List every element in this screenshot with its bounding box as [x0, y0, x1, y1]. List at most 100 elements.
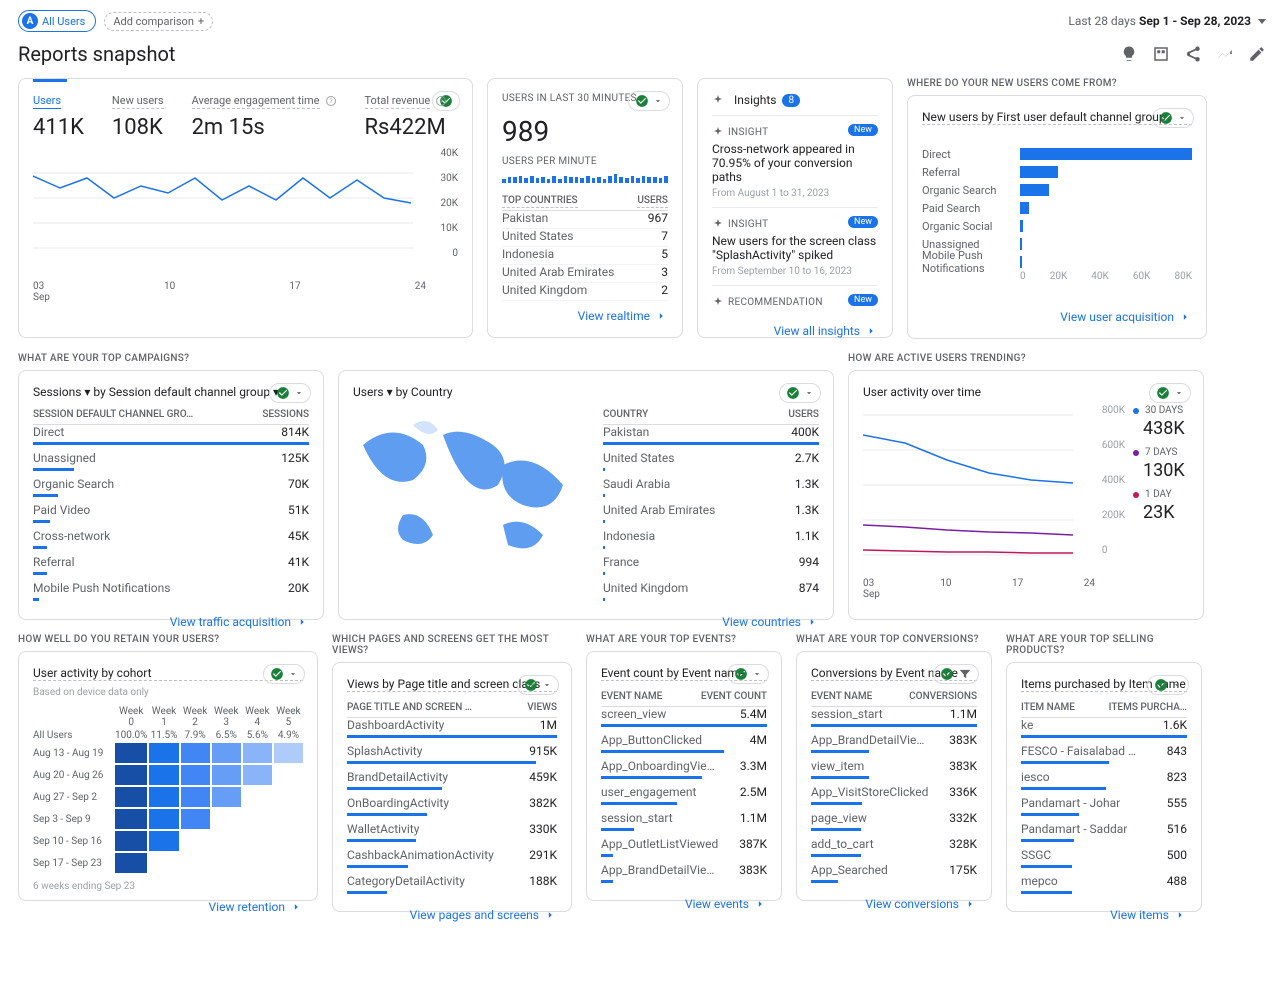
lightbulb-icon[interactable] [1120, 45, 1138, 63]
edit-icon[interactable] [1248, 45, 1266, 63]
table-row[interactable]: United States7 [502, 229, 668, 247]
view-retention-link[interactable]: View retention [209, 900, 303, 914]
date-range-picker[interactable]: Last 28 days Sep 1 - Sep 28, 2023 [1068, 14, 1266, 28]
table-row[interactable]: App_Searched175K [811, 863, 977, 883]
metric-revenue[interactable]: Total revenue ? Rs422M [365, 93, 448, 140]
table-row[interactable]: FESCO - Faisalabad …843 [1021, 744, 1187, 764]
table-row[interactable]: United Arab Emirates1.3K [603, 503, 819, 523]
table-row[interactable]: screen_view5.4M [601, 707, 767, 727]
table-row[interactable]: United Kingdom874 [603, 581, 819, 601]
arrow-right-icon [864, 324, 878, 338]
view-events-link[interactable]: View events [685, 897, 767, 911]
products-card: Items purchased by Item name ITEM NAMEIT… [1006, 662, 1202, 912]
table-row[interactable]: Indonesia5 [502, 247, 668, 265]
table-row[interactable]: WalletActivity330K [347, 822, 557, 842]
view-conversions-link[interactable]: View conversions [865, 897, 977, 911]
table-row[interactable]: App_BrandDetailVie…383K [601, 863, 767, 883]
card-status[interactable] [779, 383, 821, 403]
card-status[interactable] [1149, 383, 1191, 403]
share-icon[interactable] [1184, 45, 1202, 63]
hbar-row[interactable]: Referral [922, 163, 1192, 181]
view-traffic-link[interactable]: View traffic acquisition [170, 615, 309, 629]
card-status[interactable] [933, 664, 979, 684]
table-row[interactable]: view_item383K [811, 759, 977, 779]
table-row[interactable]: DashboardActivity1M [347, 718, 557, 738]
trend-icon[interactable] [1216, 45, 1234, 63]
insight-item[interactable]: INSIGHTNew Cross-network appeared in 70.… [712, 115, 878, 207]
hbar-row[interactable]: Mobile Push Notifications [922, 253, 1192, 271]
table-row[interactable]: Mobile Push Notifications20K [33, 581, 309, 601]
view-realtime-link[interactable]: View realtime [578, 309, 668, 323]
table-row[interactable]: iesco823 [1021, 770, 1187, 790]
segment-chip[interactable]: A All Users [18, 10, 96, 32]
table-row[interactable]: App_BrandDetailVie…383K [811, 733, 977, 753]
table-row[interactable]: Paid Video51K [33, 503, 309, 523]
table-row[interactable]: Organic Search70K [33, 477, 309, 497]
table-row[interactable]: App_OutletListViewed387K [601, 837, 767, 857]
country-card: Users ▾ by Country COUNTRYUSERS Pakistan… [338, 370, 834, 620]
table-row[interactable]: Direct814K [33, 425, 309, 445]
table-row[interactable]: ke1.6K [1021, 718, 1187, 738]
add-comparison-chip[interactable]: Add comparison + [104, 12, 213, 31]
table-row[interactable]: SSGC500 [1021, 848, 1187, 868]
table-row[interactable]: United Kingdom2 [502, 283, 668, 301]
hbar-row[interactable]: Direct [922, 145, 1192, 163]
view-countries-link[interactable]: View countries [722, 615, 819, 629]
card-status[interactable] [628, 91, 670, 111]
metric-users[interactable]: Users 411K [33, 93, 84, 140]
table-row[interactable]: user_engagement2.5M [601, 785, 767, 805]
table-row[interactable]: CashbackAnimationActivity291K [347, 848, 557, 868]
table-row[interactable]: App_ButtonClicked4M [601, 733, 767, 753]
card-status[interactable] [727, 664, 769, 684]
hbar-row[interactable]: Organic Social [922, 217, 1192, 235]
view-acquisition-link[interactable]: View user acquisition [1060, 310, 1192, 324]
table-row[interactable]: BrandDetailActivity459K [347, 770, 557, 790]
insight-item[interactable]: INSIGHTNew New users for the screen clas… [712, 207, 878, 285]
table-row[interactable]: United States2.7K [603, 451, 819, 471]
table-row[interactable]: CategoryDetailActivity188K [347, 874, 557, 894]
plus-icon: + [198, 15, 204, 28]
customize-icon[interactable] [1152, 45, 1170, 63]
filter-icon[interactable] [958, 667, 972, 681]
check-icon [1159, 111, 1173, 125]
table-row[interactable]: App_OnboardingVie…3.3M [601, 759, 767, 779]
table-row[interactable]: OnBoardingActivity382K [347, 796, 557, 816]
table-row[interactable]: Referral41K [33, 555, 309, 575]
check-icon [635, 94, 649, 108]
table-row[interactable]: Pakistan967 [502, 211, 668, 229]
card-status[interactable] [1147, 675, 1189, 695]
view-items-link[interactable]: View items [1110, 908, 1187, 922]
campaigns-selector[interactable]: Sessions ▾ by Session default channel gr… [33, 385, 309, 399]
table-row[interactable]: page_view332K [811, 811, 977, 831]
table-row[interactable]: Indonesia1.1K [603, 529, 819, 549]
table-row[interactable]: App_VisitStoreClicked336K [811, 785, 977, 805]
table-row[interactable]: session_start1.1M [811, 707, 977, 727]
table-row[interactable]: session_start1.1M [601, 811, 767, 831]
card-status[interactable] [269, 383, 311, 403]
table-row[interactable]: add_to_cart328K [811, 837, 977, 857]
users-sparkline [33, 148, 433, 278]
hbar-row[interactable]: Organic Search [922, 181, 1192, 199]
table-row[interactable]: Cross-network45K [33, 529, 309, 549]
view-pages-link[interactable]: View pages and screens [410, 908, 557, 922]
insight-item[interactable]: RECOMMENDATIONNew [712, 285, 878, 316]
table-row[interactable]: France994 [603, 555, 819, 575]
table-row[interactable]: Pakistan400K [603, 425, 819, 445]
table-row[interactable]: Pandamart - Saddar516 [1021, 822, 1187, 842]
help-icon[interactable]: ? [435, 95, 447, 107]
metric-new-users[interactable]: New users 108K [112, 93, 164, 140]
table-row[interactable]: Pandamart - Johar555 [1021, 796, 1187, 816]
country-selector[interactable]: Users ▾ by Country [353, 385, 819, 399]
card-status[interactable] [1152, 108, 1194, 128]
table-row[interactable]: SplashActivity915K [347, 744, 557, 764]
table-row[interactable]: Unassigned125K [33, 451, 309, 471]
card-status[interactable] [263, 664, 305, 684]
card-status[interactable] [517, 675, 559, 695]
hbar-row[interactable]: Paid Search [922, 199, 1192, 217]
table-row[interactable]: Saudi Arabia1.3K [603, 477, 819, 497]
view-insights-link[interactable]: View all insights [774, 324, 878, 338]
help-icon[interactable]: ? [325, 95, 337, 107]
metric-engagement[interactable]: Average engagement time ? 2m 15s [192, 93, 337, 140]
table-row[interactable]: United Arab Emirates3 [502, 265, 668, 283]
table-row[interactable]: mepco488 [1021, 874, 1187, 894]
